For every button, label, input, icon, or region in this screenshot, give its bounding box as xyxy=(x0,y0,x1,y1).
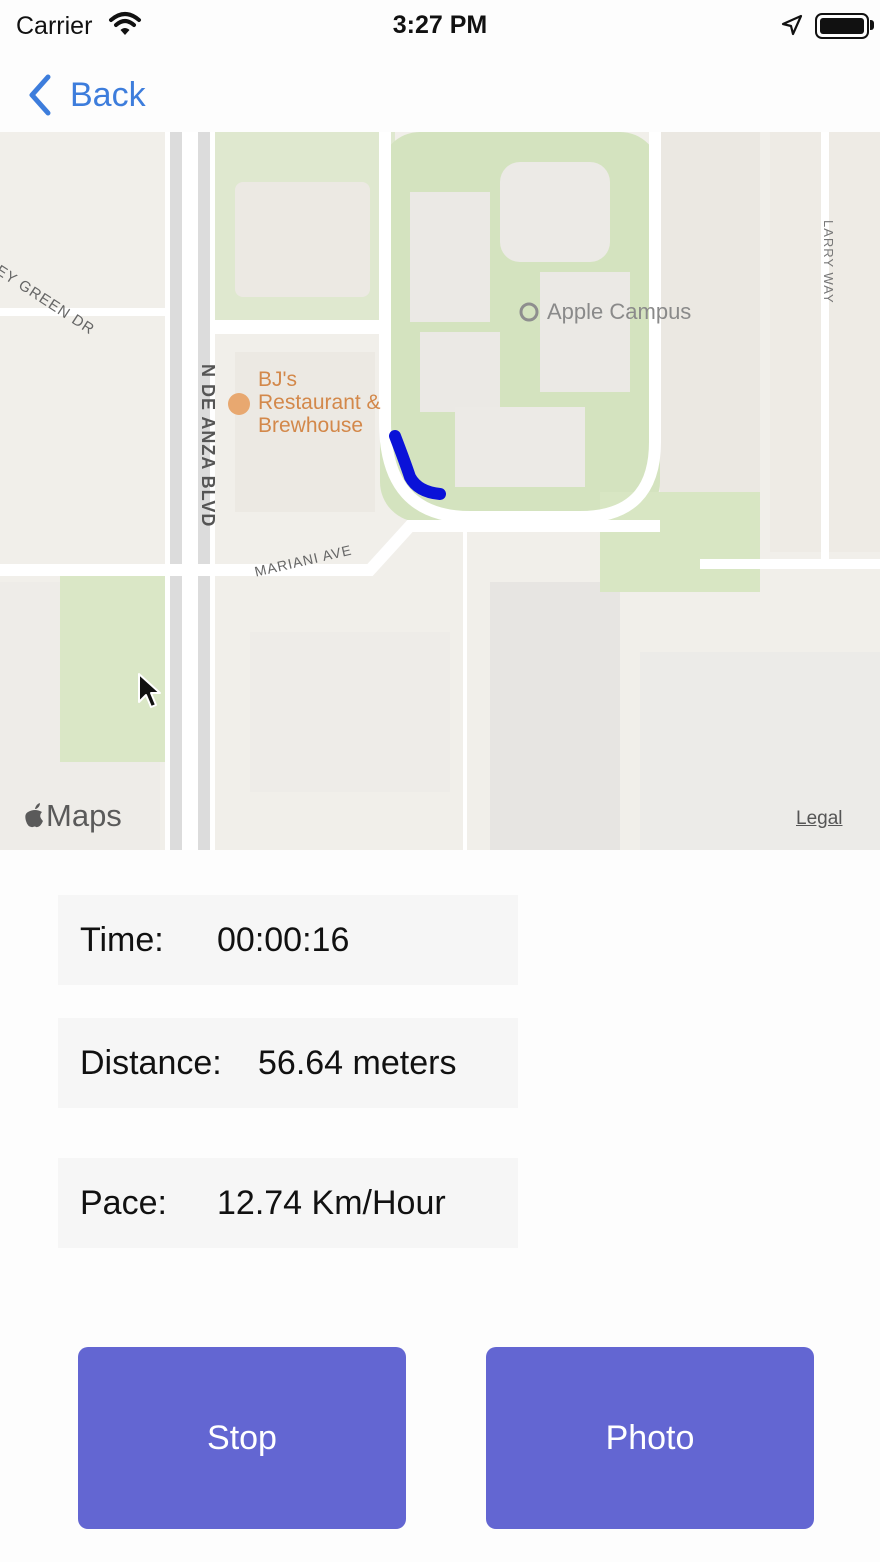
back-label: Back xyxy=(70,75,146,114)
stop-button-label: Stop xyxy=(207,1418,277,1457)
time-value: 00:00:16 xyxy=(217,920,350,959)
chevron-left-icon xyxy=(29,74,51,116)
stop-button[interactable]: Stop xyxy=(78,1347,406,1529)
maps-attribution: Maps xyxy=(24,798,122,834)
label-de-anza: N DE ANZA BLVD xyxy=(198,364,218,528)
map-view[interactable]: EY GREEN DR N DE ANZA BLVD MARIANI AVE L… xyxy=(0,132,880,850)
label-bjs-line2: Restaurant & xyxy=(258,391,381,414)
photo-button-label: Photo xyxy=(605,1418,695,1457)
photo-button[interactable]: Photo xyxy=(486,1347,814,1529)
pace-label: Pace: xyxy=(80,1183,167,1222)
label-apple-campus: Apple Campus xyxy=(547,299,692,324)
label-bjs-line1: BJ's xyxy=(258,368,298,391)
map-canvas xyxy=(0,132,880,850)
location-arrow-icon xyxy=(781,14,803,36)
back-button[interactable]: Back xyxy=(24,70,146,120)
legal-link[interactable]: Legal xyxy=(796,808,843,830)
distance-row: Distance: 56.64 meters xyxy=(58,1018,518,1108)
apple-logo-icon xyxy=(25,803,43,828)
battery-icon xyxy=(815,13,869,39)
time-label: Time: xyxy=(80,920,164,959)
pace-value: 12.74 Km/Hour xyxy=(217,1183,446,1222)
maps-label: Maps xyxy=(46,798,122,833)
mouse-cursor-icon xyxy=(138,673,161,708)
battery-cap xyxy=(870,20,874,30)
label-bjs-line3: Brewhouse xyxy=(258,414,364,437)
distance-label: Distance: xyxy=(80,1043,222,1082)
label-bjs: BJ's Restaurant & Brewhouse xyxy=(258,368,381,437)
status-time: 3:27 PM xyxy=(392,11,488,39)
label-larry-way: LARRY WAY xyxy=(821,220,836,304)
status-bar: Carrier 3:27 PM xyxy=(0,0,880,52)
pace-row: Pace: 12.74 Km/Hour xyxy=(58,1158,518,1248)
time-row: Time: 00:00:16 xyxy=(58,895,518,985)
distance-value: 56.64 meters xyxy=(258,1043,457,1082)
